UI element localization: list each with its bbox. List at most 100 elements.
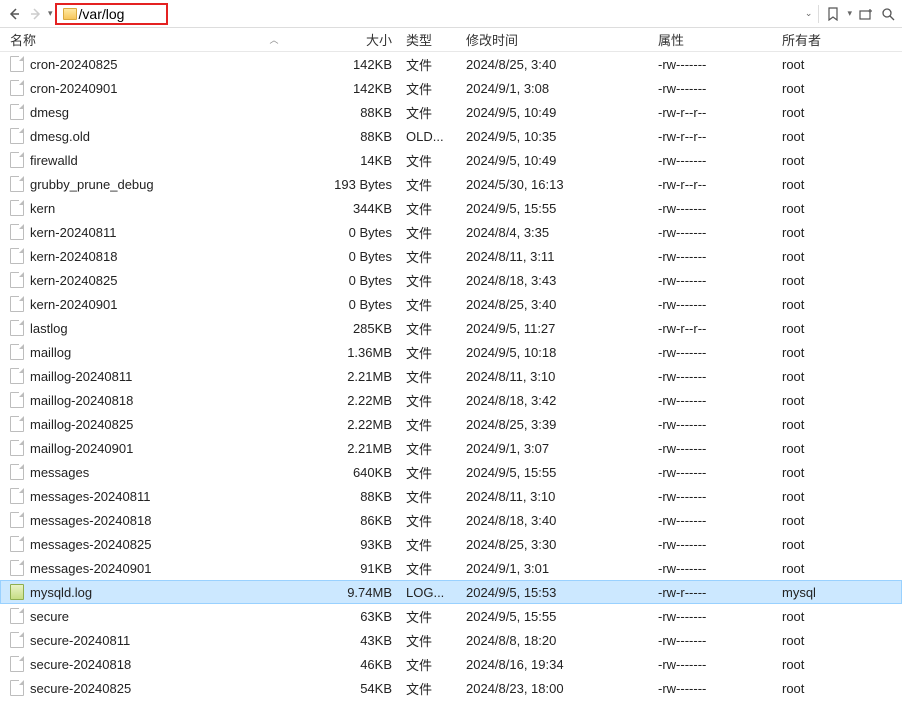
header-owner[interactable]: 所有者 [776, 30, 894, 49]
file-row[interactable]: grubby_prune_debug193 Bytes文件2024/5/30, … [0, 172, 902, 196]
file-row[interactable]: secure63KB文件2024/9/5, 15:55-rw-------roo… [0, 604, 902, 628]
folder-icon [63, 8, 77, 20]
file-icon [10, 344, 24, 360]
file-icon [10, 176, 24, 192]
file-name: maillog [30, 345, 316, 360]
file-size: 1.36MB [316, 345, 400, 360]
header-name-label: 名称 [10, 30, 36, 49]
file-row[interactable]: maillog-202409012.21MB文件2024/9/1, 3:07-r… [0, 436, 902, 460]
header-name[interactable]: 名称 ︿ [0, 30, 316, 49]
file-row[interactable]: dmesg88KB文件2024/9/5, 10:49-rw-r--r--root [0, 100, 902, 124]
file-type: LOG... [400, 585, 456, 600]
file-row[interactable]: maillog1.36MB文件2024/9/5, 10:18-rw-------… [0, 340, 902, 364]
file-icon [10, 440, 24, 456]
file-icon [10, 536, 24, 552]
file-date: 2024/8/11, 3:11 [456, 249, 652, 264]
file-attr: -rw------- [652, 57, 776, 72]
file-icon [10, 416, 24, 432]
file-size: 2.21MB [316, 441, 400, 456]
file-row[interactable]: maillog-202408182.22MB文件2024/8/18, 3:42-… [0, 388, 902, 412]
header-date[interactable]: 修改时间 [456, 30, 652, 49]
history-dropdown-icon[interactable]: ▾ [48, 8, 53, 19]
new-tab-icon[interactable] [858, 6, 874, 22]
file-attr: -rw-r----- [652, 585, 776, 600]
file-row[interactable]: kern-202408180 Bytes文件2024/8/11, 3:11-rw… [0, 244, 902, 268]
file-owner: root [776, 321, 894, 336]
file-date: 2024/8/25, 3:39 [456, 417, 652, 432]
back-button[interactable] [4, 4, 24, 24]
file-icon [10, 320, 24, 336]
file-attr: -rw------- [652, 345, 776, 360]
column-headers: 名称 ︿ 大小 类型 修改时间 属性 所有者 [0, 28, 902, 52]
path-bar[interactable]: /var/log [55, 3, 169, 25]
file-row[interactable]: secure-2024082554KB文件2024/8/23, 18:00-rw… [0, 676, 902, 700]
file-row[interactable]: kern-202408110 Bytes文件2024/8/4, 3:35-rw-… [0, 220, 902, 244]
file-icon [10, 368, 24, 384]
file-icon [10, 608, 24, 624]
file-icon [10, 128, 24, 144]
file-row[interactable]: maillog-202408112.21MB文件2024/8/11, 3:10-… [0, 364, 902, 388]
file-size: 54KB [316, 681, 400, 696]
bookmark-dropdown-icon[interactable]: ▾ [847, 8, 852, 19]
file-row[interactable]: maillog-202408252.22MB文件2024/8/25, 3:39-… [0, 412, 902, 436]
file-row[interactable]: secure-2024081846KB文件2024/8/16, 19:34-rw… [0, 652, 902, 676]
file-owner: root [776, 177, 894, 192]
file-row[interactable]: cron-20240825142KB文件2024/8/25, 3:40-rw--… [0, 52, 902, 76]
file-row[interactable]: messages-2024082593KB文件2024/8/25, 3:30-r… [0, 532, 902, 556]
file-type: 文件 [400, 367, 456, 386]
file-row[interactable]: secure-2024081143KB文件2024/8/8, 18:20-rw-… [0, 628, 902, 652]
header-size[interactable]: 大小 [316, 30, 400, 49]
file-row[interactable]: messages640KB文件2024/9/5, 15:55-rw-------… [0, 460, 902, 484]
file-type: 文件 [400, 655, 456, 674]
file-type: 文件 [400, 319, 456, 338]
file-type: 文件 [400, 151, 456, 170]
file-date: 2024/5/30, 16:13 [456, 177, 652, 192]
file-row[interactable]: kern-202408250 Bytes文件2024/8/18, 3:43-rw… [0, 268, 902, 292]
file-size: 193 Bytes [316, 177, 400, 192]
file-row[interactable]: mysqld.log9.74MBLOG...2024/9/5, 15:53-rw… [0, 580, 902, 604]
file-row[interactable]: lastlog285KB文件2024/9/5, 11:27-rw-r--r--r… [0, 316, 902, 340]
file-date: 2024/8/25, 3:40 [456, 297, 652, 312]
file-row[interactable]: kern-202409010 Bytes文件2024/8/25, 3:40-rw… [0, 292, 902, 316]
file-type: 文件 [400, 271, 456, 290]
file-type: 文件 [400, 295, 456, 314]
file-date: 2024/9/5, 15:55 [456, 201, 652, 216]
search-icon[interactable] [880, 6, 896, 22]
file-icon [10, 56, 24, 72]
file-attr: -rw------- [652, 465, 776, 480]
file-name: lastlog [30, 321, 316, 336]
file-icon [10, 464, 24, 480]
file-attr: -rw------- [652, 537, 776, 552]
file-attr: -rw------- [652, 249, 776, 264]
file-row[interactable]: firewalld14KB文件2024/9/5, 10:49-rw-------… [0, 148, 902, 172]
file-date: 2024/9/5, 10:49 [456, 105, 652, 120]
file-date: 2024/8/18, 3:40 [456, 513, 652, 528]
file-icon [10, 224, 24, 240]
file-row[interactable]: kern344KB文件2024/9/5, 15:55-rw-------root [0, 196, 902, 220]
file-row[interactable]: messages-2024081188KB文件2024/8/11, 3:10-r… [0, 484, 902, 508]
file-row[interactable]: messages-2024081886KB文件2024/8/18, 3:40-r… [0, 508, 902, 532]
path-dropdown-icon[interactable]: ⌄ [805, 8, 813, 19]
file-attr: -rw-r--r-- [652, 177, 776, 192]
file-attr: -rw------- [652, 153, 776, 168]
file-icon [10, 104, 24, 120]
file-row[interactable]: cron-20240901142KB文件2024/9/1, 3:08-rw---… [0, 76, 902, 100]
bookmark-icon[interactable] [825, 6, 841, 22]
file-owner: root [776, 129, 894, 144]
file-attr: -rw------- [652, 441, 776, 456]
file-owner: root [776, 465, 894, 480]
file-size: 142KB [316, 81, 400, 96]
header-type[interactable]: 类型 [400, 30, 456, 49]
file-owner: root [776, 249, 894, 264]
file-size: 46KB [316, 657, 400, 672]
file-owner: root [776, 393, 894, 408]
header-attr[interactable]: 属性 [652, 30, 776, 49]
file-icon [10, 392, 24, 408]
forward-button[interactable] [26, 4, 46, 24]
file-name: kern [30, 201, 316, 216]
file-row[interactable]: dmesg.old88KBOLD...2024/9/5, 10:35-rw-r-… [0, 124, 902, 148]
file-size: 0 Bytes [316, 249, 400, 264]
file-icon [10, 296, 24, 312]
file-name: messages-20240811 [30, 489, 316, 504]
file-row[interactable]: messages-2024090191KB文件2024/9/1, 3:01-rw… [0, 556, 902, 580]
